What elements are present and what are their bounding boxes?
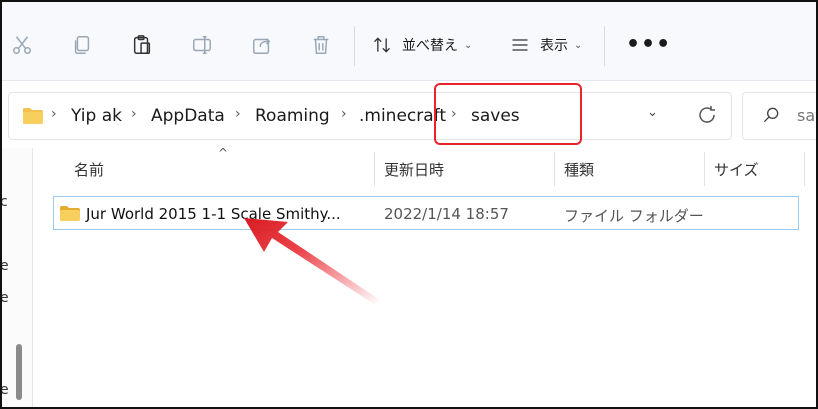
- toolbar-divider: [604, 26, 605, 66]
- breadcrumb-separator: ›: [341, 106, 347, 122]
- nav-item-fragment[interactable]: e: [2, 258, 9, 274]
- column-divider[interactable]: [374, 152, 375, 186]
- sort-label: 並べ替え: [402, 38, 458, 54]
- sort-icon: [374, 37, 390, 53]
- delete-icon[interactable]: [307, 31, 335, 59]
- column-type[interactable]: 種類: [564, 159, 594, 180]
- column-size[interactable]: サイズ: [714, 159, 759, 180]
- annotation-arrow-icon: [244, 218, 380, 304]
- nav-item-fragment[interactable]: c: [2, 194, 8, 210]
- folder-icon: [60, 206, 80, 221]
- cut-icon[interactable]: [8, 31, 36, 59]
- explorer-window: 並べ替え ⌄ 表示 ⌄ ••• › Yip ak › AppData › Roa…: [0, 0, 818, 409]
- nav-scrollbar[interactable]: [16, 344, 22, 400]
- refresh-icon[interactable]: [695, 103, 719, 127]
- rename-icon[interactable]: [188, 31, 216, 59]
- share-icon[interactable]: [248, 31, 276, 59]
- breadcrumb-separator: ›: [131, 106, 137, 122]
- nav-item-fragment[interactable]: e: [2, 290, 9, 306]
- search-box[interactable]: sav: [742, 92, 816, 140]
- address-history-chevron-icon[interactable]: ⌄: [647, 105, 658, 120]
- toolbar-divider: [354, 26, 355, 66]
- chevron-down-icon: ⌄: [574, 39, 583, 51]
- sort-ascending-icon: ^: [218, 146, 229, 160]
- column-divider[interactable]: [704, 152, 705, 186]
- navigation-pane[interactable]: c e e e: [2, 148, 33, 407]
- command-bar: 並べ替え ⌄ 表示 ⌄ •••: [2, 2, 816, 81]
- column-header: ^ 名前 更新日時 種類 サイズ: [32, 146, 816, 188]
- file-type: ファイル フォルダー: [564, 207, 704, 225]
- annotation-highlight-box: [434, 83, 582, 145]
- breadcrumb-user[interactable]: Yip ak: [71, 106, 122, 126]
- breadcrumb-appdata[interactable]: AppData: [151, 106, 225, 126]
- breadcrumb-roaming[interactable]: Roaming: [255, 106, 330, 126]
- copy-icon[interactable]: [68, 31, 96, 59]
- breadcrumb-separator: ›: [51, 106, 57, 122]
- search-icon: [763, 107, 779, 123]
- column-divider[interactable]: [554, 152, 555, 186]
- sort-button[interactable]: 並べ替え ⌄: [372, 30, 472, 60]
- view-label: 表示: [540, 38, 568, 54]
- breadcrumb-separator: ›: [235, 106, 241, 122]
- view-button[interactable]: 表示 ⌄: [510, 30, 582, 60]
- column-date[interactable]: 更新日時: [384, 159, 444, 180]
- folder-icon: [23, 108, 43, 124]
- paste-icon[interactable]: [128, 31, 156, 59]
- view-icon: [512, 39, 528, 51]
- nav-item-fragment[interactable]: e: [2, 382, 9, 398]
- column-name[interactable]: 名前: [74, 159, 104, 180]
- column-divider[interactable]: [804, 152, 805, 186]
- search-input[interactable]: sav: [797, 106, 816, 125]
- chevron-down-icon: ⌄: [464, 39, 473, 51]
- table-row[interactable]: Jur World 2015 1-1 Scale Smithy... 2022/…: [53, 196, 799, 230]
- breadcrumb-minecraft[interactable]: .minecraft: [359, 106, 446, 126]
- file-modified-date: 2022/1/14 18:57: [384, 205, 509, 223]
- more-options-button[interactable]: •••: [626, 32, 671, 57]
- address-bar[interactable]: › Yip ak › AppData › Roaming › .minecraf…: [8, 92, 732, 140]
